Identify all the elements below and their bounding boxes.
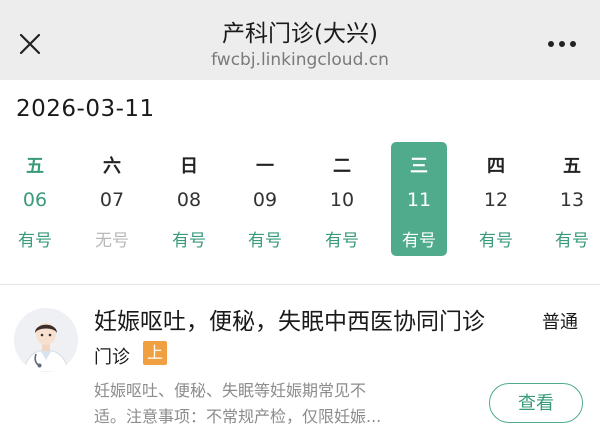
clinic-name: 妊娠呕吐，便秘，失眠中西医协同门诊 <box>94 309 485 335</box>
doctor-avatar-icon <box>14 308 78 372</box>
selected-date: 2026-03-11 <box>16 96 155 122</box>
day-item[interactable]: 四 12 有号 <box>468 142 524 256</box>
day-number: 10 <box>329 189 355 211</box>
top-bar: 产科门诊(大兴) fwcbj.linkingcloud.cn <box>0 0 600 80</box>
day-weekday: 一 <box>256 156 274 177</box>
day-availability: 有号 <box>18 231 52 251</box>
day-number: 06 <box>22 189 48 211</box>
day-item-selected[interactable]: 三 11 有号 <box>391 142 447 256</box>
clinic-type: 普通 <box>542 312 578 333</box>
day-weekday: 四 <box>487 156 505 177</box>
doctor-avatar <box>14 308 78 372</box>
day-number: 13 <box>559 189 585 211</box>
day-item[interactable]: 五 13 有号 <box>544 142 600 256</box>
day-number: 09 <box>252 189 278 211</box>
section-divider <box>0 284 600 285</box>
page-domain: fwcbj.linkingcloud.cn <box>211 50 389 70</box>
day-availability: 有号 <box>248 231 282 251</box>
day-availability: 有号 <box>325 231 359 251</box>
day-number: 12 <box>483 189 509 211</box>
day-weekday: 五 <box>26 156 44 177</box>
day-availability: 有号 <box>402 231 436 251</box>
day-weekday: 二 <box>333 156 351 177</box>
week-day-strip: 五 06 有号 六 07 无号 日 08 有号 一 09 有号 二 10 有号 … <box>0 140 600 258</box>
more-button[interactable] <box>540 30 584 58</box>
more-dots-icon <box>548 41 576 47</box>
day-item[interactable]: 二 10 有号 <box>314 142 370 256</box>
day-availability: 无号 <box>95 231 129 251</box>
clinic-description-line: 妊娠呕吐、便秘、失眠等妊娠期常见不 <box>94 381 367 400</box>
day-weekday: 三 <box>410 156 428 177</box>
day-item[interactable]: 日 08 有号 <box>161 142 217 256</box>
day-weekday: 日 <box>180 156 198 177</box>
clinic-type-continued: 门诊 <box>94 347 130 368</box>
day-number: 11 <box>406 189 432 211</box>
view-button[interactable]: 查看 <box>489 383 583 423</box>
clinic-description: 妊娠呕吐、便秘、失眠等妊娠期常见不 适。注意事项：不常规产检，仅限妊娠... <box>94 378 414 430</box>
day-item[interactable]: 一 09 有号 <box>237 142 293 256</box>
day-item[interactable]: 五 06 有号 <box>7 142 63 256</box>
day-item[interactable]: 六 07 无号 <box>84 142 140 256</box>
session-badge: 上 <box>143 341 167 365</box>
day-availability: 有号 <box>479 231 513 251</box>
day-number: 07 <box>99 189 125 211</box>
clinic-description-line: 适。注意事项：不常规产检，仅限妊娠... <box>94 407 382 426</box>
day-availability: 有号 <box>172 231 206 251</box>
day-weekday: 五 <box>563 156 581 177</box>
day-availability: 有号 <box>555 231 589 251</box>
day-weekday: 六 <box>103 156 121 177</box>
page-title: 产科门诊(大兴) <box>222 21 378 47</box>
day-number: 08 <box>176 189 202 211</box>
